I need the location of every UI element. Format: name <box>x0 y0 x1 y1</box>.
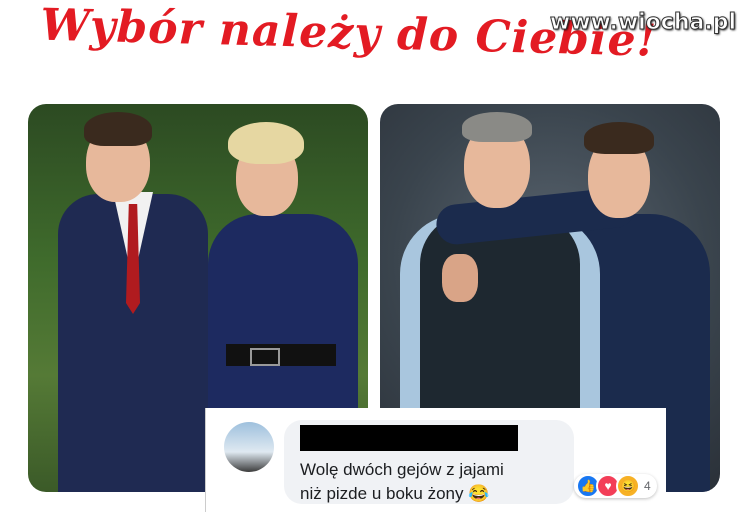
comment-line-1: Wolę dwóch gejów z jajami <box>300 460 504 479</box>
redacted-username <box>300 425 518 451</box>
reaction-count: 4 <box>644 479 651 493</box>
comment-bubble: Wolę dwóch gejów z jajami niż pizde u bo… <box>284 420 574 504</box>
haha-icon: 😆 <box>616 474 640 498</box>
reactions-summary[interactable]: 👍 ♥ 😆 4 <box>574 474 657 498</box>
man2-hair <box>584 122 654 154</box>
laughing-emoji-icon: 😂 <box>468 484 490 503</box>
belt-buckle <box>250 348 280 366</box>
watermark: www.wiocha.pl <box>549 10 736 36</box>
comment-text: Wolę dwóch gejów z jajami niż pizde u bo… <box>300 458 570 506</box>
man-hair <box>84 112 152 146</box>
man1-hair <box>462 112 532 142</box>
belt <box>226 344 336 366</box>
hand-on-shoulder <box>442 254 478 302</box>
comment-line-2: niż pizde u boku żony <box>300 484 464 503</box>
woman-hair <box>228 122 304 164</box>
avatar[interactable] <box>224 422 274 472</box>
comment-card: Wolę dwóch gejów z jajami niż pizde u bo… <box>205 408 666 512</box>
